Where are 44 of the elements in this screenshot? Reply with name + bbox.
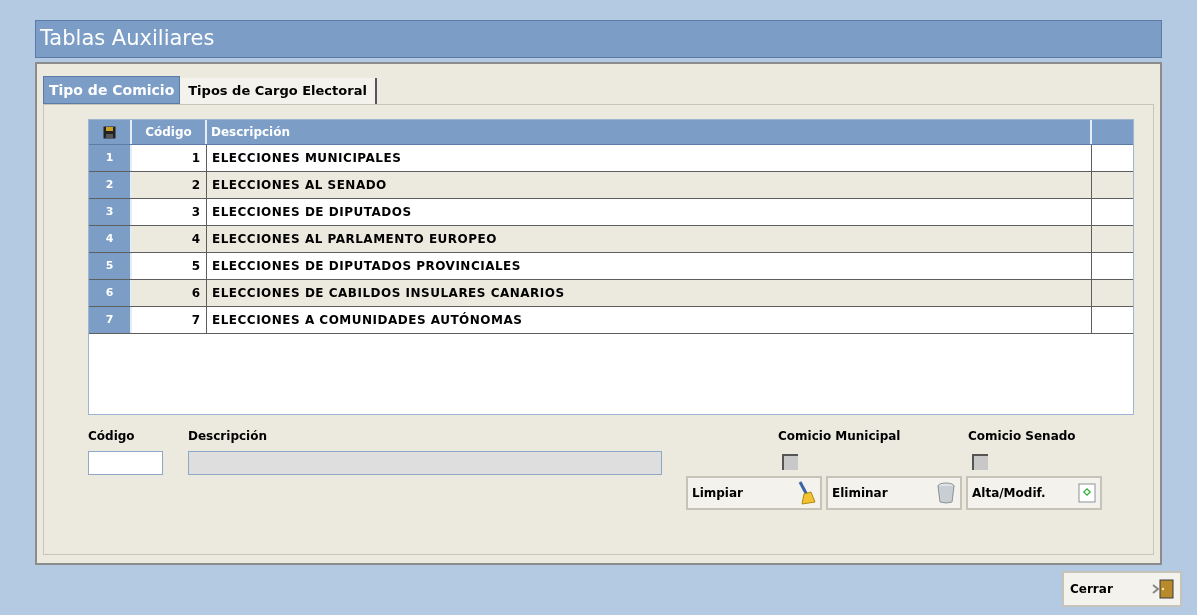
row-number: 5 (89, 253, 132, 279)
table-cell: 3 (132, 199, 207, 225)
tab[interactable]: Tipos de Cargo Electoral (180, 78, 377, 104)
row-number: 1 (89, 145, 132, 171)
grid-row[interactable]: 4 4 ELECCIONES AL PARLAMENTO EUROPEO (89, 226, 1133, 253)
grid-row[interactable]: 3 3 ELECCIONES DE DIPUTADOS (89, 199, 1133, 226)
checkbox-label: Comicio Municipal (778, 428, 901, 445)
grid-row[interactable]: 6 6 ELECCIONES DE CABILDOS INSULARES CANARIOS (89, 280, 1133, 307)
table-cell: ELECCIONES MUNICIPALES (207, 145, 1092, 171)
broom-icon (796, 481, 816, 505)
table-cell: 6 (132, 280, 207, 306)
codigo-field[interactable] (88, 451, 163, 475)
door-exit-icon (1152, 579, 1174, 599)
grid-row[interactable]: 2 2 ELECCIONES AL SENADO (89, 172, 1133, 199)
add-icon (1078, 483, 1096, 503)
close-button[interactable]: Cerrar (1062, 571, 1182, 607)
table-cell: 2 (132, 172, 207, 198)
table-cell: 7 (132, 307, 207, 333)
save-icon (103, 125, 116, 139)
action-button[interactable]: Eliminar (826, 476, 962, 510)
table-cell: ELECCIONES DE CABILDOS INSULARES CANARIOS (207, 280, 1092, 306)
row-number: 3 (89, 199, 132, 225)
grid-row[interactable]: 1 1 ELECCIONES MUNICIPALES (89, 145, 1133, 172)
window-title: Tablas Auxiliares (35, 20, 1162, 58)
row-number: 4 (89, 226, 132, 252)
table-cell: 4 (132, 226, 207, 252)
table-cell: ELECCIONES A COMUNIDADES AUTÓNOMAS (207, 307, 1092, 333)
table-cell: ELECCIONES AL SENADO (207, 172, 1092, 198)
trash-icon (936, 482, 956, 504)
field-label: Descripción (188, 428, 268, 445)
action-button[interactable]: Limpiar (686, 476, 822, 510)
table-cell: 1 (132, 145, 207, 171)
table-cell: ELECCIONES AL PARLAMENTO EUROPEO (207, 226, 1092, 252)
table-cell: ELECCIONES DE DIPUTADOS (207, 199, 1092, 225)
row-number: 6 (89, 280, 132, 306)
field-label: Código (88, 428, 136, 445)
grid-row[interactable]: 5 5 ELECCIONES DE DIPUTADOS PROVINCIALES (89, 253, 1133, 280)
action-button[interactable]: Alta/Modif. (966, 476, 1102, 510)
grid-row[interactable]: 7 7 ELECCIONES A COMUNIDADES AUTÓNOMAS (89, 307, 1133, 334)
table-cell: 5 (132, 253, 207, 279)
table-cell: ELECCIONES DE DIPUTADOS PROVINCIALES (207, 253, 1092, 279)
checkbox-label: Comicio Senado (968, 428, 1076, 445)
row-number: 2 (89, 172, 132, 198)
row-number: 7 (89, 307, 132, 333)
